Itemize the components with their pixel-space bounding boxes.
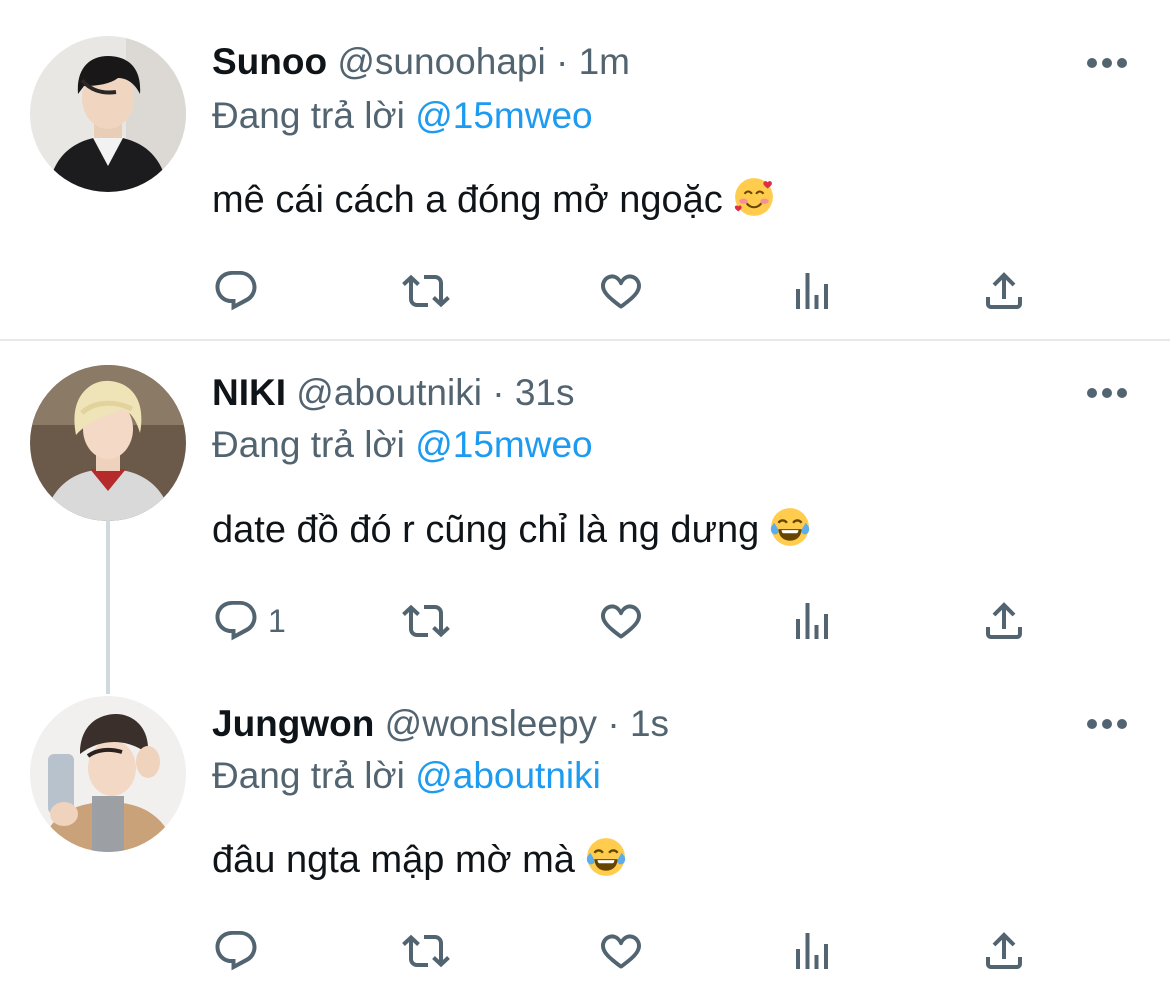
replying-prefix: Đang trả lời xyxy=(212,755,405,796)
display-name[interactable]: NIKI xyxy=(212,372,286,413)
tweet-text-container: đâu ngta mập mờ mà xyxy=(212,836,627,889)
replying-to: Đang trả lời @15mweo xyxy=(212,94,593,138)
share-icon xyxy=(980,597,1028,645)
username-handle[interactable]: @sunoohapi xyxy=(337,41,545,82)
like-icon xyxy=(597,267,645,315)
action-bar xyxy=(212,266,1042,316)
like-icon xyxy=(597,927,645,975)
analytics-icon xyxy=(788,597,836,645)
more-icon[interactable] xyxy=(1086,386,1128,400)
share-icon xyxy=(980,267,1028,315)
reply-icon xyxy=(212,927,260,975)
like-button[interactable] xyxy=(597,596,645,646)
face-with-tears-of-joy-icon xyxy=(769,506,811,559)
separator-dot: · xyxy=(555,41,569,82)
smiling-face-with-hearts-icon xyxy=(733,176,775,229)
reply-icon xyxy=(212,597,260,645)
retweet-icon xyxy=(402,597,450,645)
reply-button[interactable] xyxy=(212,266,268,316)
avatar[interactable] xyxy=(30,365,186,521)
analytics-button[interactable] xyxy=(788,266,836,316)
retweet-button[interactable] xyxy=(402,266,450,316)
avatar[interactable] xyxy=(30,36,186,192)
avatar-photo-sunoo xyxy=(30,36,186,192)
tweet-3[interactable]: Jungwon @wonsleepy · 1s Đang trả lời @ab… xyxy=(0,672,1170,984)
tweet-2[interactable]: NIKI @aboutniki · 31s Đang trả lời @15mw… xyxy=(0,341,1170,671)
share-button[interactable] xyxy=(980,266,1028,316)
separator-dot: · xyxy=(492,372,505,413)
tweet-text: date đồ đó r cũng chỉ là ng dưng xyxy=(212,509,760,551)
like-button[interactable] xyxy=(597,926,645,976)
face-with-tears-of-joy-icon xyxy=(585,836,627,889)
tweet-text-container: date đồ đó r cũng chỉ là ng dưng xyxy=(212,506,811,559)
display-name[interactable]: Sunoo xyxy=(212,41,327,82)
timestamp[interactable]: 31s xyxy=(515,372,575,413)
replying-prefix: Đang trả lời xyxy=(212,424,405,465)
action-bar: 1 xyxy=(212,596,1042,646)
like-icon xyxy=(597,597,645,645)
analytics-icon xyxy=(788,267,836,315)
retweet-button[interactable] xyxy=(402,596,450,646)
display-name[interactable]: Jungwon xyxy=(212,703,374,744)
username-handle[interactable]: @aboutniki xyxy=(296,372,482,413)
username-handle[interactable]: @wonsleepy xyxy=(385,703,597,744)
replying-to: Đang trả lời @aboutniki xyxy=(212,754,601,798)
avatar-photo-niki xyxy=(30,365,186,521)
mention-link[interactable]: @15mweo xyxy=(415,95,592,136)
timestamp[interactable]: 1s xyxy=(630,703,669,744)
avatar[interactable] xyxy=(30,696,186,852)
reply-button[interactable]: 1 xyxy=(212,596,286,646)
timestamp[interactable]: 1m xyxy=(579,41,630,82)
share-button[interactable] xyxy=(980,596,1028,646)
analytics-button[interactable] xyxy=(788,926,836,976)
action-bar xyxy=(212,926,1042,976)
separator-dot: · xyxy=(607,703,620,744)
like-button[interactable] xyxy=(597,266,645,316)
reply-count: 1 xyxy=(268,602,286,639)
retweet-icon xyxy=(402,927,450,975)
share-icon xyxy=(980,927,1028,975)
mention-link[interactable]: @15mweo xyxy=(415,424,592,465)
avatar-photo-jungwon xyxy=(30,696,186,852)
mention-link[interactable]: @aboutniki xyxy=(415,755,601,796)
analytics-icon xyxy=(788,927,836,975)
share-button[interactable] xyxy=(980,926,1028,976)
tweet-text-container: mê cái cách a đóng mở ngoặc xyxy=(212,176,775,229)
replying-prefix: Đang trả lời xyxy=(212,95,405,136)
tweet-text: đâu ngta mập mờ mà xyxy=(212,839,575,881)
tweet-1[interactable]: Sunoo @sunoohapi · 1m Đang trả lời @15mw… xyxy=(0,0,1170,340)
reply-icon xyxy=(212,267,260,315)
analytics-button[interactable] xyxy=(788,596,836,646)
reply-button[interactable] xyxy=(212,926,268,976)
replying-to: Đang trả lời @15mweo xyxy=(212,423,593,467)
retweet-icon xyxy=(402,267,450,315)
more-icon[interactable] xyxy=(1086,56,1128,70)
retweet-button[interactable] xyxy=(402,926,450,976)
more-icon[interactable] xyxy=(1086,717,1128,731)
tweet-text: mê cái cách a đóng mở ngoặc xyxy=(212,179,723,221)
